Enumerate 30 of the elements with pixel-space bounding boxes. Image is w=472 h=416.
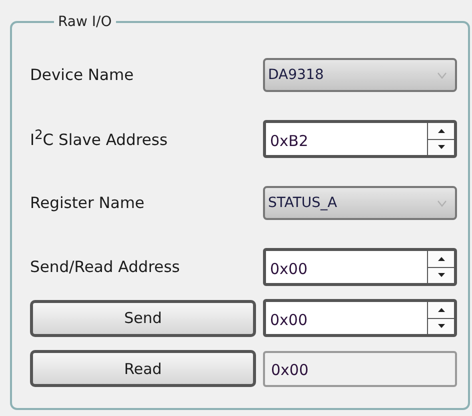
field-value: 0x00	[269, 310, 309, 328]
field-value: 0xB2	[269, 130, 310, 150]
down-arrow-icon	[438, 145, 444, 150]
dropdown[interactable]: DA9318	[263, 58, 457, 92]
number-field[interactable]: 0xB2	[263, 120, 457, 158]
spin-down-button[interactable]	[428, 140, 454, 155]
group-title: Raw I/O	[57, 14, 113, 30]
up-arrow-icon	[438, 256, 444, 261]
field-label: Device Name	[30, 66, 135, 84]
spin-down-button[interactable]	[428, 318, 454, 334]
up-arrow-icon	[438, 128, 444, 133]
spin-down-button[interactable]	[428, 268, 454, 283]
caret-icon	[437, 72, 447, 78]
dropdown[interactable]: STATUS_A	[263, 186, 457, 220]
up-arrow-icon	[438, 308, 444, 312]
field-label: Send/Read Address	[30, 258, 181, 276]
down-arrow-icon	[438, 273, 444, 278]
number-field[interactable]: 0x00	[263, 299, 457, 337]
spin-up-button[interactable]	[428, 251, 454, 268]
field-label: I$^{2}$C Slave Address	[30, 128, 169, 150]
spin-up-button[interactable]	[428, 123, 454, 140]
field-value: 0x00	[269, 258, 309, 278]
down-arrow-icon	[438, 324, 444, 328]
readonly-field: 0x00	[263, 350, 457, 386]
caret-icon	[437, 200, 447, 206]
number-field[interactable]: 0x00	[263, 248, 457, 286]
field-label: Register Name	[30, 194, 146, 212]
action-button[interactable]: Send	[30, 300, 256, 336]
spin-up-button[interactable]	[428, 302, 454, 318]
action-button[interactable]: Read	[30, 350, 256, 387]
